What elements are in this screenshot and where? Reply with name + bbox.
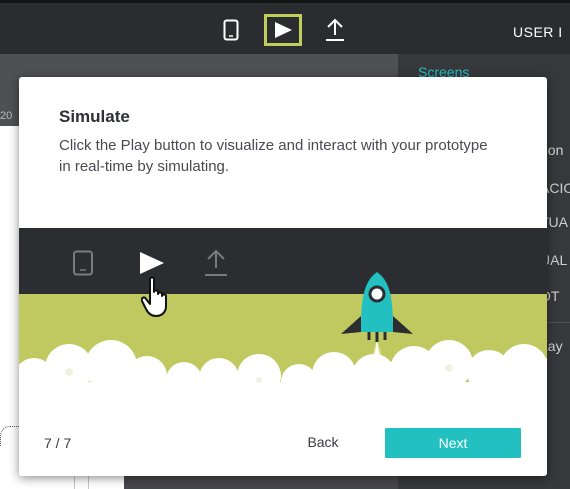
user-menu[interactable]: USER I [513, 24, 563, 40]
back-button[interactable]: Back [289, 429, 357, 455]
device-preview-button[interactable] [212, 14, 250, 46]
play-icon [140, 252, 164, 274]
step-counter: 7 / 7 [44, 435, 72, 451]
next-button[interactable]: Next [385, 428, 521, 458]
play-icon [275, 22, 292, 38]
export-button[interactable] [316, 14, 354, 46]
clouds-decoration [19, 340, 547, 396]
top-toolbar: USER I [0, 0, 570, 54]
illustration-toolbar [19, 228, 547, 294]
device-icon [223, 19, 239, 41]
device-icon [73, 250, 93, 276]
canvas-ruler-number: 20 [0, 110, 13, 122]
simulate-illustration [19, 228, 547, 396]
hand-cursor-icon [141, 276, 167, 317]
upload-icon [326, 18, 344, 41]
upload-icon [205, 249, 227, 276]
modal-description: Click the Play button to visualize and i… [59, 137, 488, 175]
play-simulate-button[interactable] [264, 14, 302, 46]
onboarding-modal: Simulate Click the Play button to visual… [19, 77, 547, 476]
modal-title: Simulate [59, 107, 130, 126]
